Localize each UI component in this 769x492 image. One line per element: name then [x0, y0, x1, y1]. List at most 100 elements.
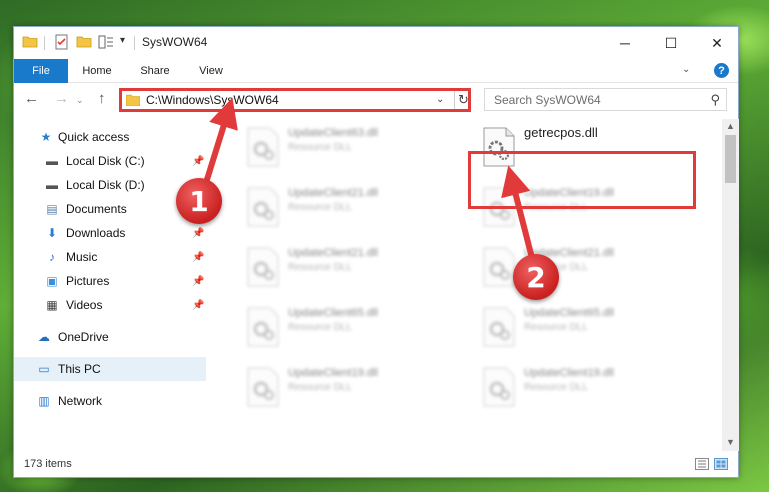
documents-icon: ▤ — [46, 202, 58, 216]
file-tile[interactable]: UpdateClient65.dll Resource DLL — [476, 303, 706, 359]
ribbon-tabs: File Home Share View ⌄ ? — [14, 59, 738, 83]
details-view-icon[interactable] — [695, 458, 709, 470]
dll-file-icon — [247, 127, 279, 167]
drive-icon: ▬ — [46, 178, 58, 192]
file-tile[interactable]: UpdateClient65.dll Resource DLL — [240, 303, 470, 359]
sidebar-item-label: OneDrive — [58, 330, 109, 344]
sidebar-item-label: Network — [58, 394, 103, 408]
sidebar-item-local-disk-c[interactable]: ▬ Local Disk (C:) 📌 — [14, 149, 206, 173]
back-button[interactable]: ← — [24, 90, 39, 107]
status-bar: 173 items — [14, 453, 738, 477]
tab-view[interactable]: View — [190, 59, 232, 83]
tab-home[interactable]: Home — [76, 59, 118, 83]
navigation-pane: ★ Quick access ▬ Local Disk (C:) 📌 ▬ Loc… — [14, 121, 206, 451]
sidebar-item-videos[interactable]: ▦ Videos 📌 — [14, 293, 206, 317]
folder-icon — [22, 36, 38, 48]
search-icon[interactable]: ⚲ — [710, 92, 720, 108]
sidebar-item-network[interactable]: ▥ Network — [14, 389, 206, 413]
title-separator — [134, 36, 135, 50]
file-type: Resource DLL — [288, 202, 352, 213]
file-tile[interactable]: UpdateClient21.dll Resource DLL — [240, 183, 470, 239]
dll-file-icon — [247, 187, 279, 227]
pin-icon[interactable]: 📌 — [192, 228, 204, 239]
pin-icon[interactable]: 📌 — [192, 156, 204, 167]
properties-icon[interactable] — [54, 34, 70, 50]
scroll-thumb[interactable] — [725, 135, 736, 183]
sidebar-item-label: Documents — [66, 202, 127, 216]
quick-access-dropdown-icon[interactable]: ▾ — [120, 35, 125, 46]
file-highlight-box — [468, 151, 696, 209]
close-button[interactable]: ✕ — [694, 27, 740, 59]
computer-icon: ▭ — [38, 362, 50, 376]
pin-icon[interactable]: 📌 — [192, 300, 204, 311]
sidebar-item-label: Local Disk (C:) — [66, 154, 145, 168]
help-icon[interactable]: ? — [714, 63, 729, 78]
maximize-button[interactable]: ☐ — [648, 27, 694, 59]
file-tile[interactable]: UpdateClient63.dll Resource DLL — [240, 123, 470, 179]
file-name: UpdateClient21.dll — [288, 187, 378, 199]
dll-file-icon — [483, 247, 515, 287]
large-icons-view-icon[interactable] — [714, 458, 728, 470]
pin-icon[interactable]: 📌 — [192, 276, 204, 287]
new-folder-icon[interactable] — [76, 34, 92, 50]
dll-file-icon — [483, 307, 515, 347]
file-name: getrecpos.dll — [524, 125, 598, 140]
file-tile[interactable]: UpdateClient19.dll Resource DLL — [240, 363, 470, 419]
tab-file[interactable]: File — [14, 59, 68, 83]
file-name: UpdateClient63.dll — [288, 127, 378, 139]
sidebar-item-label: Quick access — [58, 130, 130, 144]
file-type: Resource DLL — [288, 262, 352, 273]
sidebar-item-pictures[interactable]: ▣ Pictures 📌 — [14, 269, 206, 293]
address-dropdown-icon[interactable]: ⌄ — [436, 94, 444, 105]
sidebar-item-label: Pictures — [66, 274, 110, 288]
file-name: UpdateClient65.dll — [288, 307, 378, 319]
sidebar-item-music[interactable]: ♪ Music 📌 — [14, 245, 206, 269]
tab-share[interactable]: Share — [134, 59, 176, 83]
sidebar-item-this-pc[interactable]: ▭ This PC — [14, 357, 206, 381]
sidebar-item-downloads[interactable]: ⬇ Downloads 📌 — [14, 221, 206, 245]
vertical-scrollbar[interactable]: ▲ ▼ — [722, 119, 739, 451]
pin-icon[interactable]: 📌 — [192, 252, 204, 263]
forward-button[interactable]: → — [54, 90, 69, 107]
callout-step-1: 1 — [176, 178, 222, 224]
file-name: UpdateClient19.dll — [524, 367, 614, 379]
file-name: UpdateClient19.dll — [288, 367, 378, 379]
dll-file-icon — [247, 367, 279, 407]
onedrive-icon: ☁ — [38, 330, 50, 344]
file-type: Resource DLL — [288, 322, 352, 333]
sidebar-item-quick-access[interactable]: ★ Quick access — [14, 125, 206, 149]
up-button[interactable]: ↑ — [98, 90, 106, 107]
folder-icon — [126, 94, 140, 106]
music-icon: ♪ — [49, 250, 55, 264]
downloads-icon: ⬇ — [46, 226, 58, 240]
title-separator — [44, 36, 45, 50]
dll-file-icon — [483, 367, 515, 407]
search-box[interactable]: Search SysWOW64 ⚲ — [484, 88, 727, 111]
item-count: 173 items — [24, 458, 72, 470]
address-path[interactable]: C:\Windows\SysWOW64 — [146, 93, 279, 107]
file-tile[interactable]: UpdateClient19.dll Resource DLL — [476, 363, 706, 419]
file-tile[interactable]: UpdateClient21.dll Resource DLL — [240, 243, 470, 299]
window-title: SysWOW64 — [142, 35, 208, 49]
sidebar-item-label: Music — [66, 250, 98, 264]
callout-step-2: 2 — [513, 254, 559, 300]
dll-file-icon — [247, 247, 279, 287]
sidebar-item-label: Local Disk (D:) — [66, 178, 145, 192]
file-explorer-window: ▾ SysWOW64 ─ ☐ ✕ File Home Share View ⌄ … — [13, 26, 739, 478]
scroll-up-icon[interactable]: ▲ — [726, 121, 735, 131]
file-tile[interactable]: UpdateClient21.dll Resource DLL — [476, 243, 706, 299]
customize-toolbar-icon[interactable] — [98, 34, 114, 50]
expand-ribbon-icon[interactable]: ⌄ — [682, 64, 690, 75]
recent-locations-icon[interactable]: ⌄ — [76, 95, 84, 106]
minimize-button[interactable]: ─ — [602, 27, 648, 59]
refresh-icon[interactable]: ↻ — [454, 91, 472, 109]
sidebar-item-onedrive[interactable]: ☁ OneDrive — [14, 325, 206, 349]
network-icon: ▥ — [38, 394, 50, 408]
scroll-down-icon[interactable]: ▼ — [726, 437, 735, 447]
drive-icon: ▬ — [46, 154, 58, 168]
address-bar[interactable]: C:\Windows\SysWOW64 ⌄ ↻ — [119, 88, 471, 112]
pictures-icon: ▣ — [46, 274, 58, 288]
dll-file-icon — [247, 307, 279, 347]
file-type: Resource DLL — [524, 322, 588, 333]
search-input[interactable]: Search SysWOW64 — [494, 93, 601, 107]
